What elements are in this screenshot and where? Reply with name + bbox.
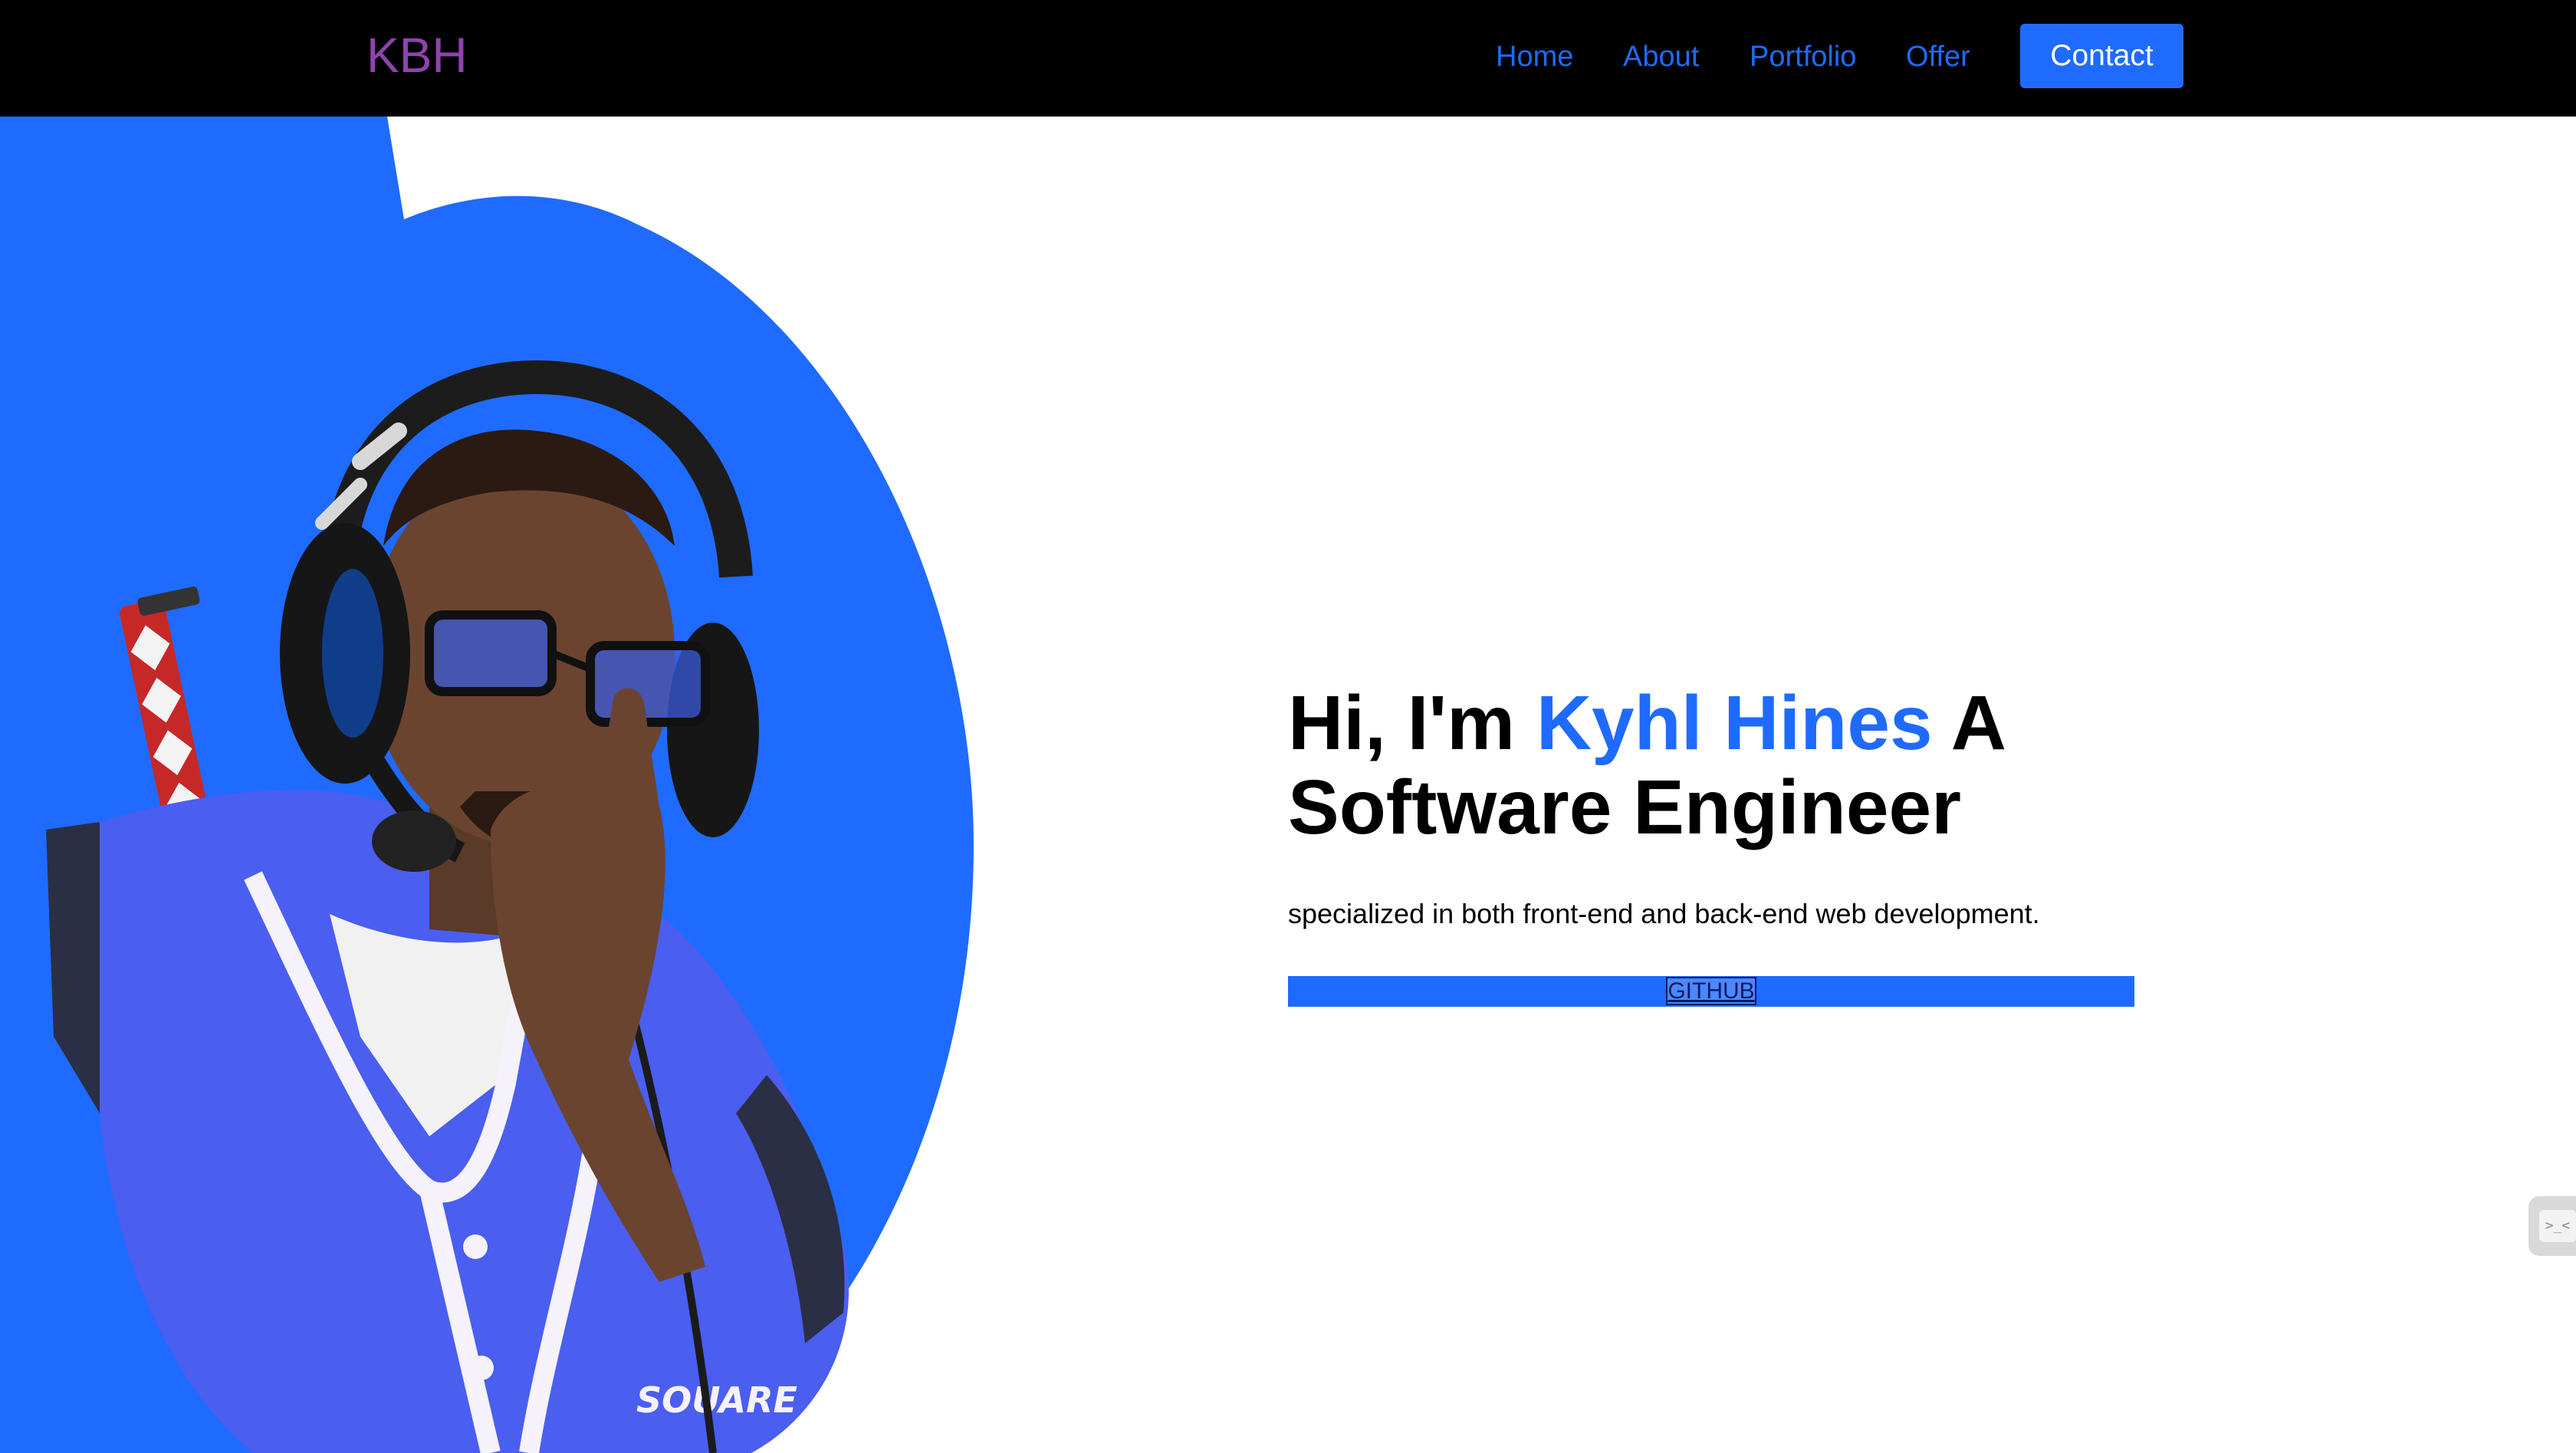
- top-navbar: KBH Home About Portfolio Offer Contact: [0, 0, 2576, 117]
- github-link[interactable]: GITHUB: [1666, 977, 1756, 1005]
- hero-subtitle: specialized in both front-end and back-e…: [1288, 898, 2040, 929]
- nav-link-about[interactable]: About: [1623, 35, 1699, 78]
- headline-greeting: Hi, I'm: [1288, 680, 1536, 766]
- terminal-icon: >_<: [2539, 1210, 2576, 1242]
- jersey-text: SOUARE: [636, 1379, 797, 1421]
- profile-portrait-image: SOUARE: [46, 360, 849, 1453]
- site-logo[interactable]: KBH: [366, 25, 468, 86]
- contact-button[interactable]: Contact: [2020, 24, 2183, 88]
- github-button[interactable]: GITHUB: [1288, 976, 2134, 1007]
- nav-link-portfolio[interactable]: Portfolio: [1750, 35, 1856, 78]
- side-widget-tab[interactable]: >_<: [2528, 1196, 2576, 1256]
- headline-name: Kyhl Hines: [1536, 680, 1933, 766]
- portfolio-page: KBH Home About Portfolio Offer Contact S…: [0, 0, 2576, 1453]
- hero-headline: Hi, I'm Kyhl Hines A Software Engineer: [1288, 681, 2131, 850]
- nav-link-offer[interactable]: Offer: [1906, 35, 1970, 78]
- nav-link-home[interactable]: Home: [1496, 35, 1573, 78]
